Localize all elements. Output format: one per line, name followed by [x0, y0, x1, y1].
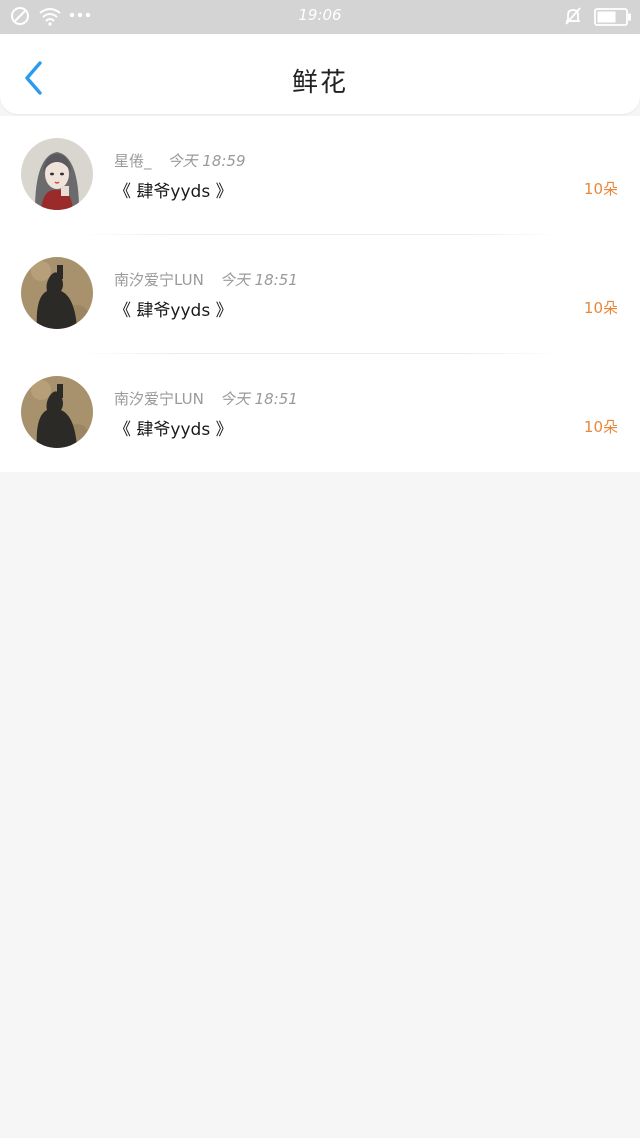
sender-meta: 南汐爱宁LUN 今天 18:51 [114, 269, 298, 290]
list-item[interactable]: 星倦_ 今天 18:59 《 肆爷yyds 》 10朵 [0, 116, 640, 235]
sender-meta: 星倦_ 今天 18:59 [114, 150, 246, 171]
book-title[interactable]: 《 肆爷yyds 》 [114, 296, 233, 321]
flower-count: 10朵 [583, 418, 618, 436]
book-title[interactable]: 《 肆爷yyds 》 [114, 177, 233, 202]
avatar-dark-silhouette [21, 257, 93, 329]
status-time: 19:06 [298, 6, 342, 24]
list-item[interactable]: 南汐爱宁LUN 今天 18:51 《 肆爷yyds 》 10朵 [0, 354, 640, 473]
sender-name: 星倦_ [114, 152, 152, 170]
status-bar: 19:06 [0, 0, 640, 34]
avatar[interactable] [21, 257, 93, 329]
sent-time: 今天 18:51 [219, 271, 298, 289]
sent-time: 今天 18:51 [219, 390, 298, 408]
avatar[interactable] [21, 138, 93, 210]
book-title[interactable]: 《 肆爷yyds 》 [114, 415, 233, 440]
avatar[interactable] [21, 376, 93, 448]
flower-count: 10朵 [583, 180, 618, 198]
page-title: 鲜花 [291, 68, 348, 98]
flower-list: 星倦_ 今天 18:59 《 肆爷yyds 》 10朵 南汐爱宁LUN 今天 18:… [0, 116, 640, 472]
sender-name: 南汐爱宁LUN [114, 271, 204, 289]
flower-count: 10朵 [583, 299, 618, 317]
sender-name: 南汐爱宁LUN [114, 390, 204, 408]
sender-meta: 南汐爱宁LUN 今天 18:51 [114, 388, 298, 409]
header-bar: 鲜花 [0, 34, 640, 114]
mute-bell-icon [565, 7, 581, 25]
battery-icon [594, 8, 631, 26]
avatar-dark-silhouette [21, 376, 93, 448]
avatar-girl-illustration [21, 138, 93, 210]
list-item[interactable]: 南汐爱宁LUN 今天 18:51 《 肆爷yyds 》 10朵 [0, 235, 640, 354]
sent-time: 今天 18:59 [167, 152, 246, 170]
